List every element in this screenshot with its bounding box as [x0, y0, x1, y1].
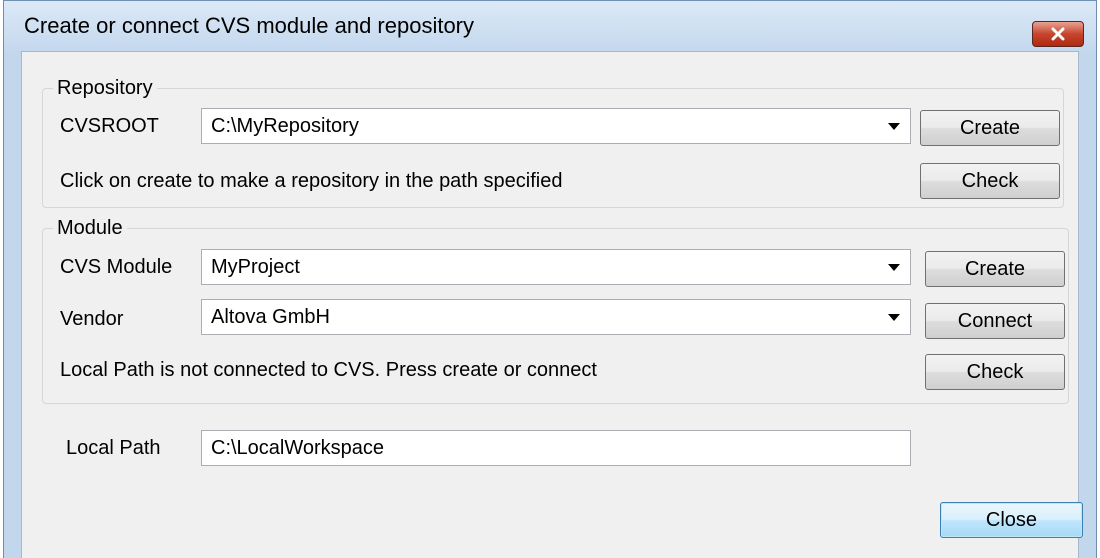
cvs-module-combobox[interactable]: MyProject — [201, 249, 911, 285]
close-button[interactable]: Close — [940, 502, 1083, 538]
module-check-button[interactable]: Check — [925, 354, 1065, 390]
cvs-module-label: CVS Module — [60, 256, 173, 278]
close-window-button[interactable] — [1032, 21, 1084, 47]
cvsroot-combobox[interactable]: C:\MyRepository — [201, 108, 911, 144]
vendor-combobox[interactable]: Altova GmbH — [201, 299, 911, 335]
module-create-button[interactable]: Create — [925, 251, 1065, 287]
cvsroot-label: CVSROOT — [60, 115, 159, 137]
chevron-down-icon[interactable] — [888, 123, 900, 130]
vendor-value: Altova GmbH — [211, 306, 330, 328]
local-path-input[interactable]: C:\LocalWorkspace — [201, 430, 911, 466]
repository-create-button[interactable]: Create — [920, 110, 1060, 146]
module-connect-button[interactable]: Connect — [925, 303, 1065, 339]
cvs-module-value: MyProject — [211, 256, 300, 278]
local-path-value: C:\LocalWorkspace — [211, 437, 385, 459]
close-icon — [1051, 27, 1065, 41]
local-path-label: Local Path — [66, 437, 161, 459]
window-title: Create or connect CVS module and reposit… — [24, 13, 475, 38]
dialog-window: Create or connect CVS module and reposit… — [3, 0, 1097, 558]
module-legend: Module — [53, 217, 127, 239]
chevron-down-icon[interactable] — [888, 314, 900, 321]
repository-check-button[interactable]: Check — [920, 163, 1060, 199]
cvsroot-value: C:\MyRepository — [211, 115, 359, 137]
repository-status-text: Click on create to make a repository in … — [60, 170, 563, 192]
vendor-label: Vendor — [60, 308, 124, 330]
title-bar[interactable]: Create or connect CVS module and reposit… — [4, 1, 1096, 51]
chevron-down-icon[interactable] — [888, 264, 900, 271]
module-status-text: Local Path is not connected to CVS. Pres… — [60, 359, 597, 381]
repository-legend: Repository — [53, 77, 157, 99]
dialog-client-area: Repository CVSROOT C:\MyRepository Creat… — [21, 51, 1083, 558]
